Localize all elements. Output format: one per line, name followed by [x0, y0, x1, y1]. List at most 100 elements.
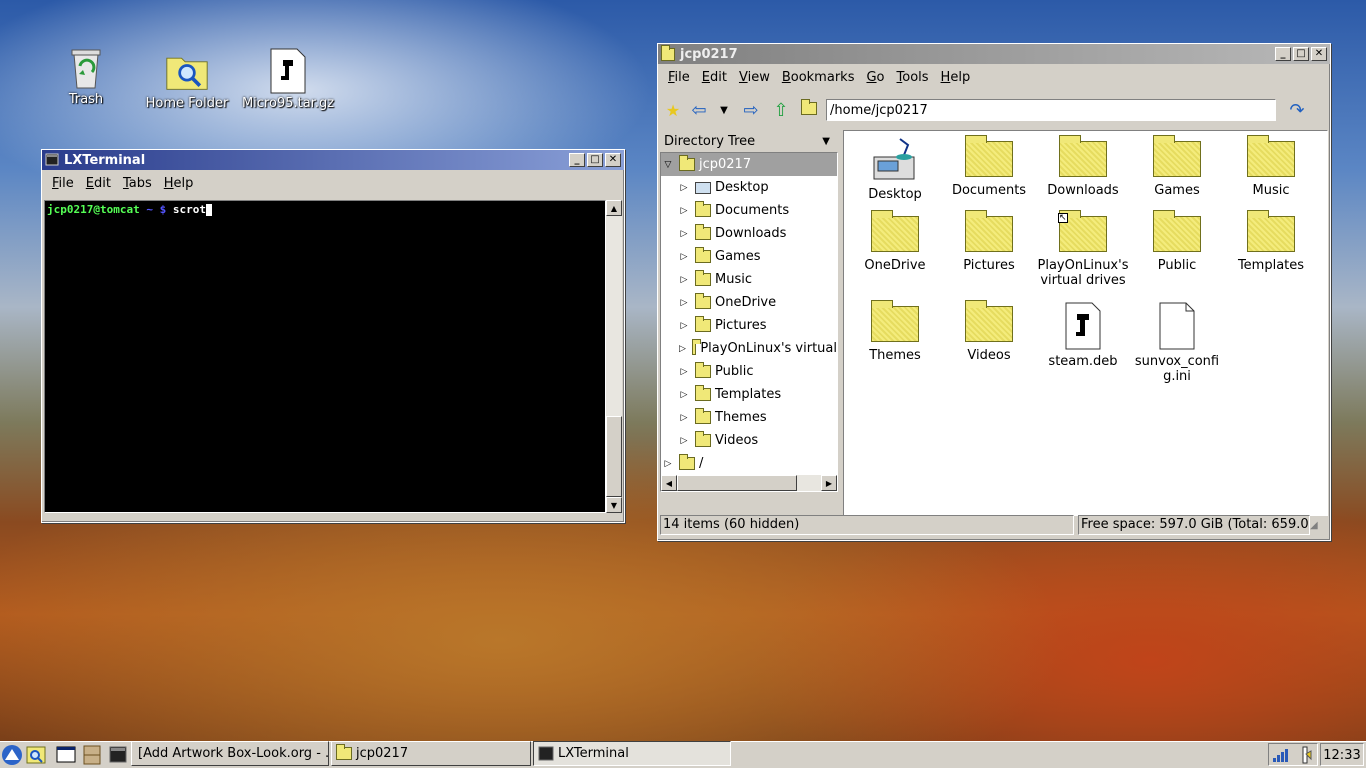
up-button[interactable]: ⇧ [766, 100, 796, 121]
quicklaunch-show-desktop[interactable] [54, 743, 78, 766]
file-item-documents[interactable]: Documents [942, 135, 1036, 198]
tree-item-label: Games [715, 249, 761, 264]
file-icon-view[interactable]: Desktop Documents Downloads Games Music … [843, 130, 1328, 516]
file-item-videos[interactable]: Videos [942, 300, 1036, 363]
scroll-left-button[interactable]: ◀ [661, 475, 677, 491]
file-item-playonlinux[interactable]: ↖ PlayOnLinux's virtual drives [1036, 210, 1130, 288]
maximize-button[interactable]: □ [587, 153, 603, 167]
menu-file[interactable]: File [662, 70, 696, 85]
folder-icon [1247, 210, 1295, 252]
tree-item-music[interactable]: ▷ Music [661, 268, 837, 291]
file-item-downloads[interactable]: Downloads [1036, 135, 1130, 198]
minimize-button[interactable]: _ [1275, 47, 1291, 61]
file-item-sunvox-config[interactable]: sunvox_config.ini [1130, 300, 1224, 384]
address-bar[interactable] [826, 99, 1276, 121]
tree-item-videos[interactable]: ▷ Videos [661, 429, 837, 452]
expand-icon[interactable]: ▷ [679, 390, 689, 400]
task-file-manager[interactable]: jcp0217 [331, 741, 531, 766]
menu-edit[interactable]: Edit [80, 176, 117, 191]
file-item-steam-deb[interactable]: steam.deb [1036, 300, 1130, 369]
terminal-screen[interactable]: jcp0217@tomcat ~ $ scrot [44, 200, 606, 513]
expand-icon[interactable]: ▷ [679, 367, 689, 377]
file-item-desktop[interactable]: Desktop [848, 135, 942, 202]
file-item-games[interactable]: Games [1130, 135, 1224, 198]
tree-item-pictures[interactable]: ▷ Pictures [661, 314, 837, 337]
directory-tree[interactable]: ▽ jcp0217 ▷ Desktop ▷ Documents ▷ Downloads… [660, 152, 838, 492]
network-signal-icon[interactable] [1272, 747, 1290, 763]
resize-grip-icon[interactable]: ◢ [1310, 520, 1326, 531]
expand-icon[interactable]: ▷ [679, 275, 689, 285]
menu-file[interactable]: File [46, 176, 80, 191]
menu-view[interactable]: View [733, 70, 776, 85]
menu-tools[interactable]: Tools [891, 70, 935, 85]
tree-item-downloads[interactable]: ▷ Downloads [661, 222, 837, 245]
expand-icon[interactable]: ▷ [679, 252, 689, 262]
back-button[interactable]: ⇦ [686, 100, 712, 121]
tree-item-templates[interactable]: ▷ Templates [661, 383, 837, 406]
scroll-down-button[interactable]: ▼ [606, 497, 622, 513]
folder-icon [965, 135, 1013, 177]
tree-item-playonlinux[interactable]: ▷ PlayOnLinux's virtual [661, 337, 837, 360]
expand-icon[interactable]: ▷ [663, 459, 673, 469]
sidepane-mode-selector[interactable]: Directory Tree ▼ [660, 130, 838, 152]
close-button[interactable]: ✕ [605, 153, 621, 167]
minimize-button[interactable]: _ [569, 153, 585, 167]
quicklaunch-file-manager[interactable] [80, 743, 104, 766]
forward-button[interactable]: ⇨ [736, 100, 766, 121]
file-item-public[interactable]: Public [1130, 210, 1224, 273]
menu-go[interactable]: Go [860, 70, 890, 85]
file-item-onedrive[interactable]: OneDrive [848, 210, 942, 273]
go-button[interactable]: ↷ [1282, 100, 1312, 121]
expand-icon[interactable]: ▷ [679, 413, 689, 423]
menu-tabs[interactable]: Tabs [117, 176, 158, 191]
tree-item-themes[interactable]: ▷ Themes [661, 406, 837, 429]
tree-item-desktop[interactable]: ▷ Desktop [661, 176, 837, 199]
folder-icon [695, 270, 711, 286]
collapse-icon[interactable]: ▽ [663, 160, 673, 170]
expand-icon[interactable]: ▷ [679, 436, 689, 446]
expand-icon[interactable]: ▷ [679, 229, 689, 239]
scroll-up-button[interactable]: ▲ [606, 200, 622, 216]
expand-icon[interactable]: ▷ [679, 206, 689, 216]
task-browser[interactable]: [Add Artwork Box-Look.org - ... [131, 741, 329, 766]
tree-item-games[interactable]: ▷ Games [661, 245, 837, 268]
maximize-button[interactable]: □ [1293, 47, 1309, 61]
task-terminal[interactable]: LXTerminal [533, 741, 731, 766]
close-button[interactable]: ✕ [1311, 47, 1327, 61]
tree-item-home[interactable]: ▽ jcp0217 [661, 153, 837, 176]
tree-item-onedrive[interactable]: ▷ OneDrive [661, 291, 837, 314]
quicklaunch-terminal[interactable] [106, 743, 130, 766]
expand-icon[interactable]: ▷ [679, 321, 689, 331]
file-item-themes[interactable]: Themes [848, 300, 942, 363]
terminal-scrollbar[interactable]: ▲ ▼ [606, 200, 622, 513]
scroll-thumb[interactable] [677, 475, 797, 491]
expand-icon[interactable]: ▷ [679, 344, 686, 354]
tree-item-documents[interactable]: ▷ Documents [661, 199, 837, 222]
scroll-thumb[interactable] [606, 416, 622, 497]
file-item-music[interactable]: Music [1224, 135, 1318, 198]
clock[interactable]: 12:33 [1320, 743, 1364, 766]
history-button[interactable]: ▼ [712, 105, 736, 116]
menu-help[interactable]: Help [935, 70, 977, 85]
start-menu-button[interactable] [0, 742, 24, 767]
menu-help[interactable]: Help [158, 176, 200, 191]
home-button[interactable] [796, 98, 822, 119]
tree-item-root[interactable]: ▷ / [661, 452, 837, 475]
desktop-icon-trash[interactable]: Trash [38, 44, 134, 107]
expand-icon[interactable]: ▷ [679, 298, 689, 308]
filemanager-titlebar[interactable]: jcp0217 _ □ ✕ [658, 44, 1330, 64]
file-item-pictures[interactable]: Pictures [942, 210, 1036, 273]
tree-hscrollbar[interactable]: ◀ ▶ [661, 475, 837, 491]
volume-icon[interactable] [1296, 746, 1314, 764]
desktop-icon-home-folder[interactable]: Home Folder [139, 48, 235, 111]
new-tab-button[interactable]: ★ [660, 101, 686, 120]
menu-edit[interactable]: Edit [696, 70, 733, 85]
quicklaunch-search[interactable] [24, 743, 48, 766]
menu-bookmarks[interactable]: Bookmarks [776, 70, 861, 85]
terminal-titlebar[interactable]: LXTerminal _ □ ✕ [42, 150, 624, 170]
expand-icon[interactable]: ▷ [679, 183, 689, 193]
tree-item-public[interactable]: ▷ Public [661, 360, 837, 383]
desktop-icon-micro95[interactable]: Micro95.tar.gz [240, 48, 336, 111]
scroll-right-button[interactable]: ▶ [821, 475, 837, 491]
file-item-templates[interactable]: Templates [1224, 210, 1318, 273]
